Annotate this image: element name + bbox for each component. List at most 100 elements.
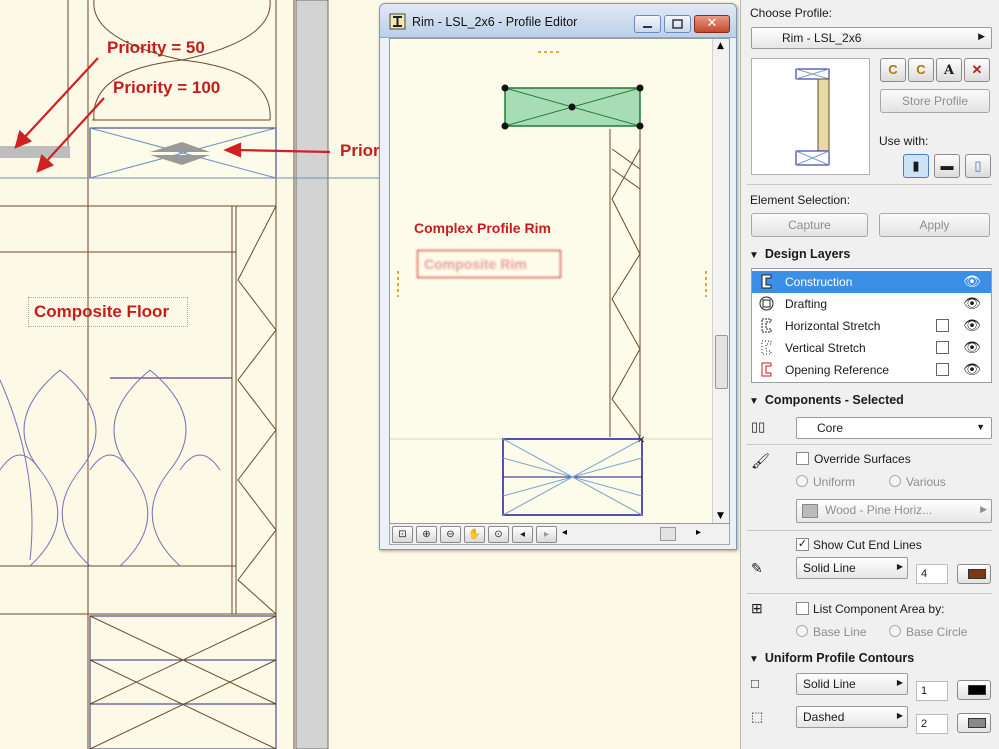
design-layers-header[interactable]: ▼ Design Layers <box>749 247 850 261</box>
show-cut-end-lines-label: Show Cut End Lines <box>813 538 922 552</box>
layer-row-drafting[interactable]: Drafting 👁 <box>752 293 991 315</box>
component-dropdown[interactable]: Core ▼ <box>796 417 992 439</box>
divider <box>747 530 992 531</box>
horizontal-stretch-icon <box>761 318 772 333</box>
eye-icon[interactable]: 👁 <box>962 339 982 357</box>
chevron-right-icon: ▶ <box>896 562 903 571</box>
cut-line-pen-swatch[interactable] <box>957 564 991 584</box>
choose-profile-label: Choose Profile: <box>750 6 833 20</box>
uniform-profile-contours-header[interactable]: ▼ Uniform Profile Contours <box>749 651 914 665</box>
close-button[interactable]: ✕ <box>694 15 730 33</box>
layer-checkbox[interactable] <box>936 319 949 332</box>
next-zoom-button[interactable]: ▸ <box>536 526 557 543</box>
scroll-down-arrow[interactable]: ▼ <box>717 511 724 521</box>
layer-row-vertical-stretch[interactable]: Vertical Stretch 👁 <box>752 337 991 359</box>
various-label: Various <box>906 475 946 489</box>
layer-name: Drafting <box>785 297 828 311</box>
contour1-pen-input[interactable]: 1 <box>916 681 948 701</box>
annotation-priority-50: Priority = 50 <box>107 38 205 57</box>
minimize-button[interactable] <box>634 15 661 33</box>
wall-icon: ▮ <box>912 158 920 173</box>
use-with-beam-button[interactable]: ▬ <box>934 154 960 178</box>
store-profile-button[interactable]: Store Profile <box>880 89 990 113</box>
divider <box>747 184 992 185</box>
grey-stud-band <box>295 0 329 749</box>
component-type-icon: ▯▯ <box>751 419 766 434</box>
uniform-radio[interactable] <box>796 475 808 487</box>
delete-profile-button[interactable]: ✕ <box>964 58 990 82</box>
layer-row-horizontal-stretch[interactable]: Horizontal Stretch 👁 <box>752 315 991 337</box>
surface-dropdown[interactable]: Wood - Pine Horiz... ▶ <box>796 499 992 523</box>
contour2-pen-swatch[interactable] <box>957 713 991 733</box>
contour2-pen-input[interactable]: 2 <box>916 714 948 734</box>
profile-editor-canvas[interactable]: ✕ Complex Profile Rim Composite Rim ▲ ▼ <box>389 38 730 524</box>
zoom-fit-button[interactable]: ⊡ <box>392 526 413 543</box>
design-layers-title: Design Layers <box>764 247 851 261</box>
override-surfaces-checkbox[interactable] <box>796 452 809 465</box>
rename-profile-button[interactable]: A <box>936 58 962 82</box>
components-selected-header[interactable]: ▼ Components - Selected <box>749 393 904 407</box>
show-cut-end-lines-checkbox[interactable]: ✓ <box>796 538 809 551</box>
zoom-out-button[interactable]: ⊖ <box>440 526 461 543</box>
apply-button[interactable]: Apply <box>879 213 990 237</box>
eye-icon[interactable]: 👁 <box>962 295 982 313</box>
use-with-wall-button[interactable]: ▮ <box>903 154 929 178</box>
divider <box>747 593 992 594</box>
eye-icon[interactable]: 👁 <box>962 361 982 379</box>
construction-layer-icon <box>761 274 772 289</box>
layer-row-construction[interactable]: Construction 👁 <box>752 271 991 293</box>
eye-icon[interactable]: 👁 <box>962 317 982 335</box>
maximize-button[interactable] <box>664 15 691 33</box>
layer-name: Vertical Stretch <box>785 341 866 355</box>
component-dropdown-value: Core <box>817 421 844 435</box>
zoom-fit-icon: ⊡ <box>398 529 407 540</box>
new-profile-button[interactable]: C <box>880 58 906 82</box>
duplicate-profile-button[interactable]: C <box>908 58 934 82</box>
layer-checkbox[interactable] <box>936 363 949 376</box>
h-scroll-left-arrow[interactable]: ◂ <box>562 527 567 538</box>
base-circle-radio[interactable] <box>889 625 901 637</box>
profile-editor-title: Rim - LSL_2x6 - Profile Editor <box>412 15 578 29</box>
contour-solid-icon: □ <box>751 676 759 691</box>
rename-icon: A <box>943 63 955 78</box>
vertical-scrollbar[interactable]: ▲ ▼ <box>712 39 729 523</box>
composite-rim-label: Composite Rim <box>417 250 561 278</box>
contour1-pen-swatch[interactable] <box>957 680 991 700</box>
contour1-type-value: Solid Line <box>803 677 856 691</box>
profile-dropdown[interactable]: Rim - LSL_2x6 ▶ <box>751 27 992 49</box>
eye-icon[interactable]: 👁 <box>962 273 982 291</box>
maximize-icon <box>672 19 683 29</box>
scroll-thumb[interactable] <box>715 335 728 389</box>
beam-icon: ▬ <box>940 158 954 173</box>
base-line-radio[interactable] <box>796 625 808 637</box>
scroll-up-arrow[interactable]: ▲ <box>717 41 724 51</box>
previous-zoom-icon: ◂ <box>519 529 526 540</box>
list-component-area-checkbox[interactable] <box>796 602 809 615</box>
cut-line-type-value: Solid Line <box>803 561 856 575</box>
layer-row-opening-reference[interactable]: Opening Reference 👁 <box>752 359 991 381</box>
override-surfaces-label: Override Surfaces <box>814 452 911 466</box>
various-radio[interactable] <box>889 475 901 487</box>
cut-line-pen-input[interactable]: 4 <box>916 564 948 584</box>
previous-zoom-button[interactable]: ◂ <box>512 526 533 543</box>
zoom-window-button[interactable]: ⊙ <box>488 526 509 543</box>
h-scroll-right-arrow[interactable]: ▸ <box>696 527 701 538</box>
contour2-type-dropdown[interactable]: Dashed ▶ <box>796 706 908 728</box>
profile-editor-titlebar[interactable]: Rim - LSL_2x6 - Profile Editor ✕ <box>380 4 736 38</box>
use-with-label: Use with: <box>879 134 929 148</box>
h-scroll-thumb[interactable] <box>660 527 676 541</box>
hand-icon: ✋ <box>468 529 481 540</box>
collapse-triangle-icon: ▼ <box>749 654 759 665</box>
pan-button[interactable]: ✋ <box>464 526 485 543</box>
cut-line-type-dropdown[interactable]: Solid Line ▶ <box>796 557 908 579</box>
layer-checkbox[interactable] <box>936 341 949 354</box>
profile-editor-window[interactable]: Rim - LSL_2x6 - Profile Editor ✕ ✕ Compl… <box>379 3 737 550</box>
components-selected-title: Components - Selected <box>764 393 904 407</box>
composite-floor-label: Composite Floor <box>28 297 188 327</box>
black-pen-color-icon <box>968 685 986 695</box>
design-layers-list: Construction 👁 Drafting 👁 Horizontal Str… <box>751 268 992 383</box>
capture-button[interactable]: Capture <box>751 213 868 237</box>
zoom-in-button[interactable]: ⊕ <box>416 526 437 543</box>
use-with-column-button[interactable]: ▯ <box>965 154 991 178</box>
contour1-type-dropdown[interactable]: Solid Line ▶ <box>796 673 908 695</box>
